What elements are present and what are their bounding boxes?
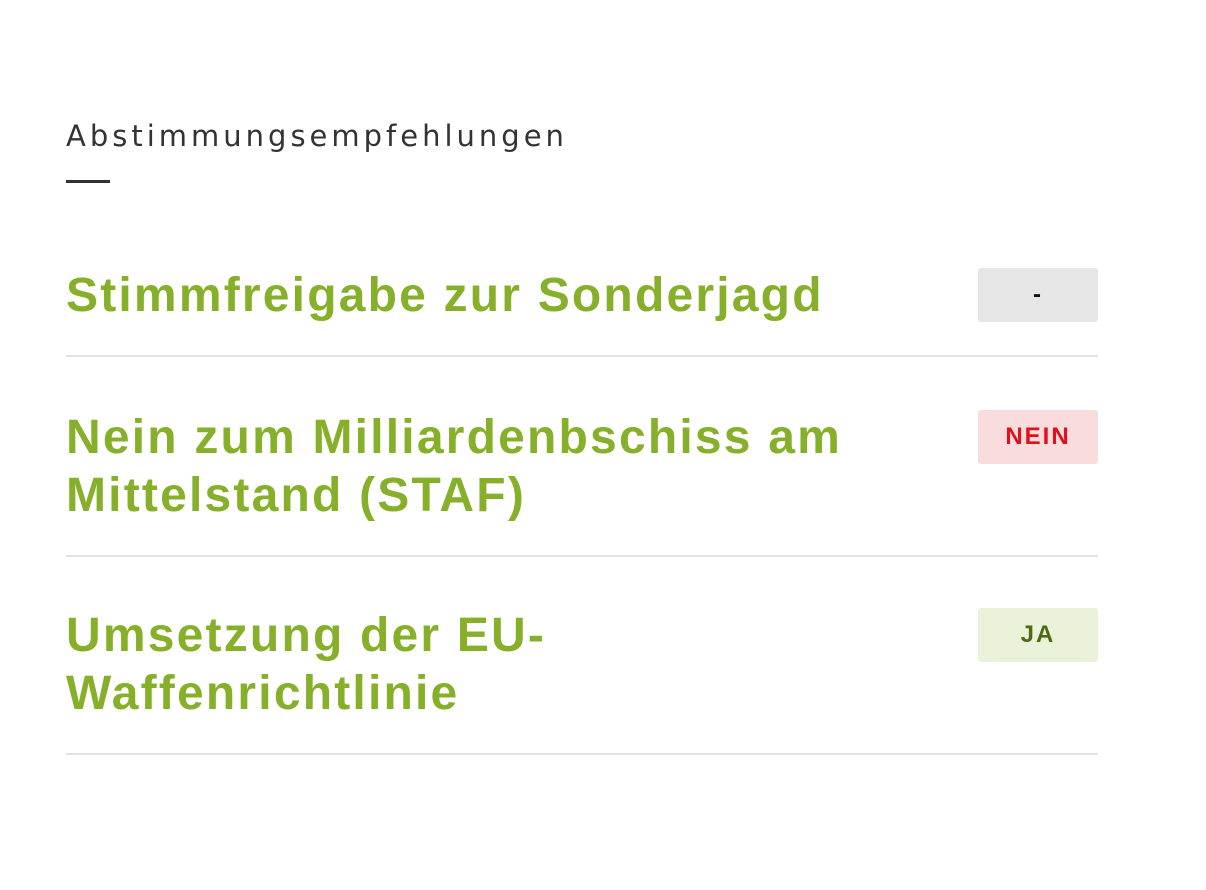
recommendation-list: Stimmfreigabe zur Sonderjagd - Nein zum … (66, 249, 1098, 755)
voting-recommendations-section: Abstimmungsempfehlungen Stimmfreigabe zu… (66, 116, 1098, 789)
recommendation-badge: JA (978, 608, 1098, 662)
title-underline (66, 180, 110, 183)
item-title-link[interactable]: Nein zum Milliardenbschiss am Mittelstan… (66, 409, 926, 525)
section-title: Abstimmungsempfehlungen (66, 119, 568, 153)
list-item: Nein zum Milliardenbschiss am Mittelstan… (66, 393, 1098, 557)
list-item: Stimmfreigabe zur Sonderjagd - (66, 249, 1098, 357)
item-title-link[interactable]: Stimmfreigabe zur Sonderjagd (66, 267, 824, 325)
recommendation-badge: - (978, 268, 1098, 322)
recommendation-badge: NEIN (978, 410, 1098, 464)
item-title-link[interactable]: Umsetzung der EU-Waffenrichtlinie (66, 607, 926, 723)
list-item: Umsetzung der EU-Waffenrichtlinie JA (66, 591, 1098, 755)
